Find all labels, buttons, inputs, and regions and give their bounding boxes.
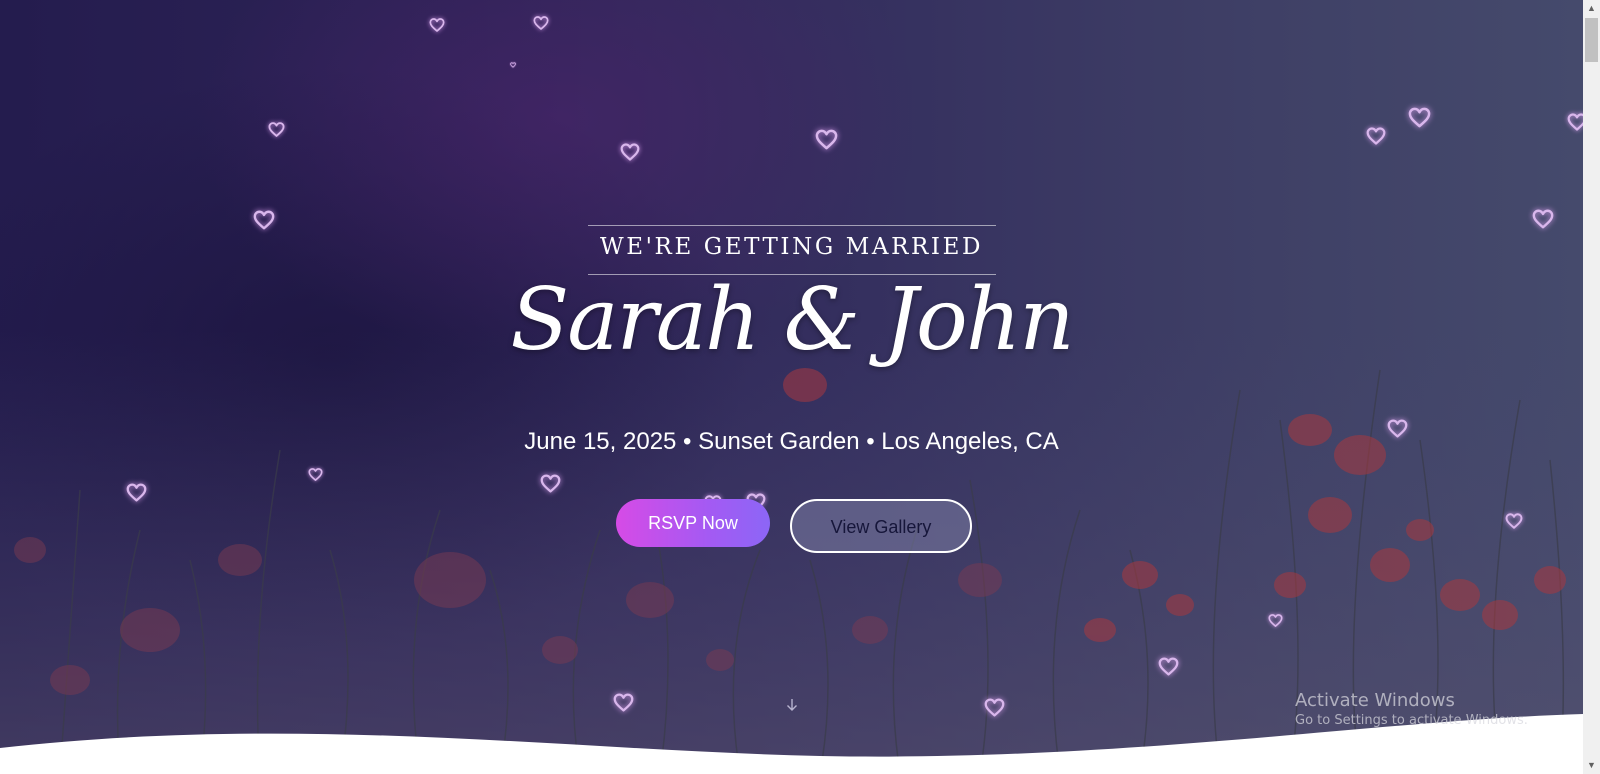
heart-icon xyxy=(620,142,640,162)
watermark-title: Activate Windows xyxy=(1295,690,1455,711)
heart-icon xyxy=(429,17,445,33)
scroll-down-arrow-icon[interactable]: ▼ xyxy=(1583,757,1600,774)
heart-icon xyxy=(540,473,561,494)
heart-icon xyxy=(815,128,838,151)
heart-icon xyxy=(1532,208,1554,230)
heart-icon xyxy=(1158,656,1179,677)
heart-icon xyxy=(1366,126,1386,146)
heart-icon xyxy=(1567,112,1583,132)
heart-icon xyxy=(1268,613,1283,628)
scrollbar-thumb[interactable] xyxy=(1585,18,1598,62)
windows-activation-watermark: Activate Windows Go to Settings to activ… xyxy=(1295,690,1528,730)
event-details: June 15, 2025 • Sunset Garden • Los Ange… xyxy=(524,428,1059,455)
scroll-up-arrow-icon[interactable]: ▲ xyxy=(1583,0,1600,17)
hero-eyebrow: WE'RE GETTING MARRIED xyxy=(599,234,984,260)
couple-names: Sarah & John xyxy=(510,270,1074,370)
heart-icon xyxy=(510,62,516,68)
heart-icon xyxy=(533,15,549,31)
heart-icon xyxy=(1505,512,1523,530)
heart-icon xyxy=(268,121,285,138)
page-scrollbar[interactable]: ▲ ▼ xyxy=(1583,0,1600,774)
hero-section: WE'RE GETTING MARRIED Sarah & John June … xyxy=(0,0,1583,774)
heart-icon xyxy=(126,482,147,503)
top-divider xyxy=(588,225,996,226)
heart-icon xyxy=(1408,106,1431,129)
heart-icon xyxy=(253,209,275,231)
view-gallery-button[interactable]: View Gallery xyxy=(790,499,972,553)
heart-icon xyxy=(308,467,323,482)
watermark-subtitle: Go to Settings to activate Windows. xyxy=(1295,713,1528,728)
rsvp-button[interactable]: RSVP Now xyxy=(616,499,770,547)
